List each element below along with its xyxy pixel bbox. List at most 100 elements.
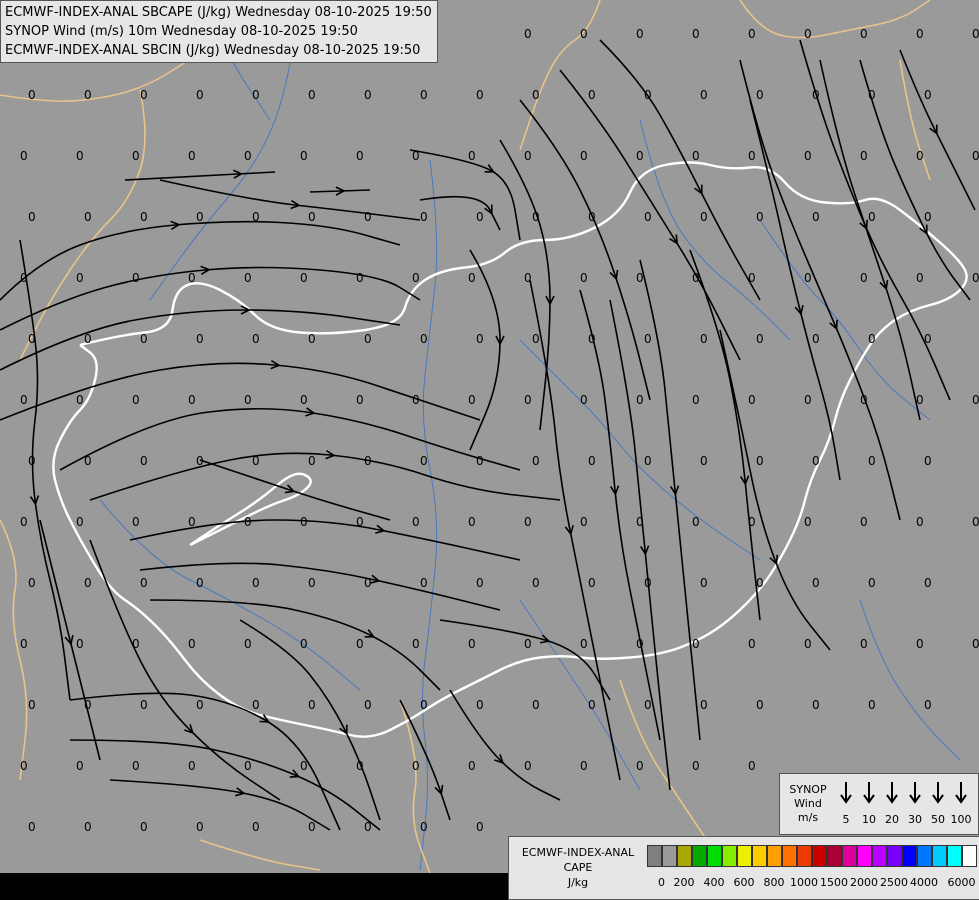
cape-value: 0 — [244, 271, 252, 285]
cape-value: 0 — [76, 149, 84, 163]
cape-value: 0 — [300, 271, 308, 285]
cape-value: 0 — [580, 149, 588, 163]
cape-value: 0 — [804, 149, 812, 163]
cape-value: 0 — [412, 637, 420, 651]
cape-value: 0 — [812, 576, 820, 590]
cape-tick-label: 4000 — [910, 876, 938, 889]
cape-value: 0 — [188, 515, 196, 529]
cape-value: 0 — [476, 820, 484, 834]
cape-value: 0 — [140, 210, 148, 224]
wind-arrow-icon — [932, 782, 944, 804]
cape-tick-label: 6000 — [947, 876, 976, 889]
cape-value: 0 — [76, 271, 84, 285]
cape-value: 0 — [700, 576, 708, 590]
cape-value: 0 — [972, 515, 979, 529]
cape-value: 0 — [28, 332, 36, 346]
synop-speed-label: 100 — [950, 813, 972, 826]
cape-value: 0 — [804, 637, 812, 651]
cape-value: 0 — [244, 515, 252, 529]
cape-value: 0 — [140, 88, 148, 102]
cape-value: 0 — [364, 210, 372, 224]
cape-value: 0 — [692, 27, 700, 41]
cape-value: 0 — [804, 271, 812, 285]
cape-value: 0 — [692, 637, 700, 651]
cape-value: 0 — [132, 515, 140, 529]
cape-value: 0 — [20, 393, 28, 407]
cape-value: 0 — [364, 820, 372, 834]
cape-value: 0 — [532, 88, 540, 102]
cape-value: 0 — [20, 271, 28, 285]
cape-color-swatch — [887, 845, 902, 867]
cape-value: 0 — [700, 210, 708, 224]
cape-value: 0 — [468, 759, 476, 773]
cape-value: 0 — [196, 88, 204, 102]
cape-value: 0 — [132, 271, 140, 285]
cape-value: 0 — [356, 393, 364, 407]
cape-value: 0 — [420, 820, 428, 834]
cape-value: 0 — [804, 27, 812, 41]
cape-value: 0 — [252, 698, 260, 712]
cape-color-swatch — [947, 845, 962, 867]
cape-value: 0 — [580, 393, 588, 407]
cape-value: 0 — [252, 210, 260, 224]
cape-value: 0 — [972, 271, 979, 285]
synop-speed-label: 50 — [931, 813, 945, 826]
cape-value: 0 — [84, 88, 92, 102]
cape-value: 0 — [20, 759, 28, 773]
title-sbcape: ECMWF-INDEX-ANAL SBCAPE (J/kg) Wednesday… — [5, 5, 432, 20]
wind-arrow-icon — [886, 782, 898, 804]
cape-value: 0 — [756, 454, 764, 468]
cape-value: 0 — [756, 576, 764, 590]
cape-value: 0 — [188, 149, 196, 163]
cape-value: 0 — [860, 149, 868, 163]
wind-arrow-icon — [909, 782, 921, 804]
cape-value: 0 — [588, 454, 596, 468]
cape-value: 0 — [308, 820, 316, 834]
cape-value: 0 — [28, 88, 36, 102]
cape-value: 0 — [524, 515, 532, 529]
map-title-box: ECMWF-INDEX-ANAL SBCAPE (J/kg) Wednesday… — [0, 0, 438, 63]
cape-value: 0 — [524, 637, 532, 651]
cape-value: 0 — [28, 454, 36, 468]
cape-tick-label: 600 — [733, 876, 755, 889]
cape-value: 0 — [524, 393, 532, 407]
cape-value: 0 — [412, 393, 420, 407]
cape-value: 0 — [76, 393, 84, 407]
cape-value: 0 — [196, 332, 204, 346]
cape-value: 0 — [916, 393, 924, 407]
cape-color-swatch — [842, 845, 857, 867]
cape-value: 0 — [700, 88, 708, 102]
cape-value: 0 — [196, 698, 204, 712]
cape-color-swatch — [647, 845, 662, 867]
cape-value: 0 — [84, 210, 92, 224]
cape-value: 0 — [916, 27, 924, 41]
cape-value: 0 — [916, 149, 924, 163]
cape-tick-label: 400 — [703, 876, 725, 889]
cape-color-swatch — [827, 845, 842, 867]
cape-value: 0 — [972, 149, 979, 163]
cape-value: 0 — [132, 637, 140, 651]
cape-value: 0 — [188, 393, 196, 407]
cape-value: 0 — [468, 149, 476, 163]
cape-value: 0 — [804, 515, 812, 529]
cape-legend-title: ECMWF-INDEX-ANAL CAPE J/kg — [513, 845, 643, 890]
cape-value: 0 — [84, 332, 92, 346]
cape-value: 0 — [132, 149, 140, 163]
cape-value: 0 — [412, 515, 420, 529]
cape-value: 0 — [140, 820, 148, 834]
cape-value: 0 — [300, 515, 308, 529]
cape-value: 0 — [972, 637, 979, 651]
cape-value: 0 — [476, 454, 484, 468]
synop-speed-label: 20 — [885, 813, 899, 826]
cape-value: 0 — [420, 576, 428, 590]
cape-value: 0 — [28, 698, 36, 712]
cape-value: 0 — [308, 698, 316, 712]
cape-value: 0 — [748, 271, 756, 285]
cape-value: 0 — [76, 759, 84, 773]
cape-value: 0 — [636, 515, 644, 529]
cape-value: 0 — [636, 27, 644, 41]
cape-tick-label: 1000 — [790, 876, 818, 889]
cape-value: 0 — [28, 576, 36, 590]
cape-color-swatch — [797, 845, 812, 867]
cape-value: 0 — [868, 332, 876, 346]
